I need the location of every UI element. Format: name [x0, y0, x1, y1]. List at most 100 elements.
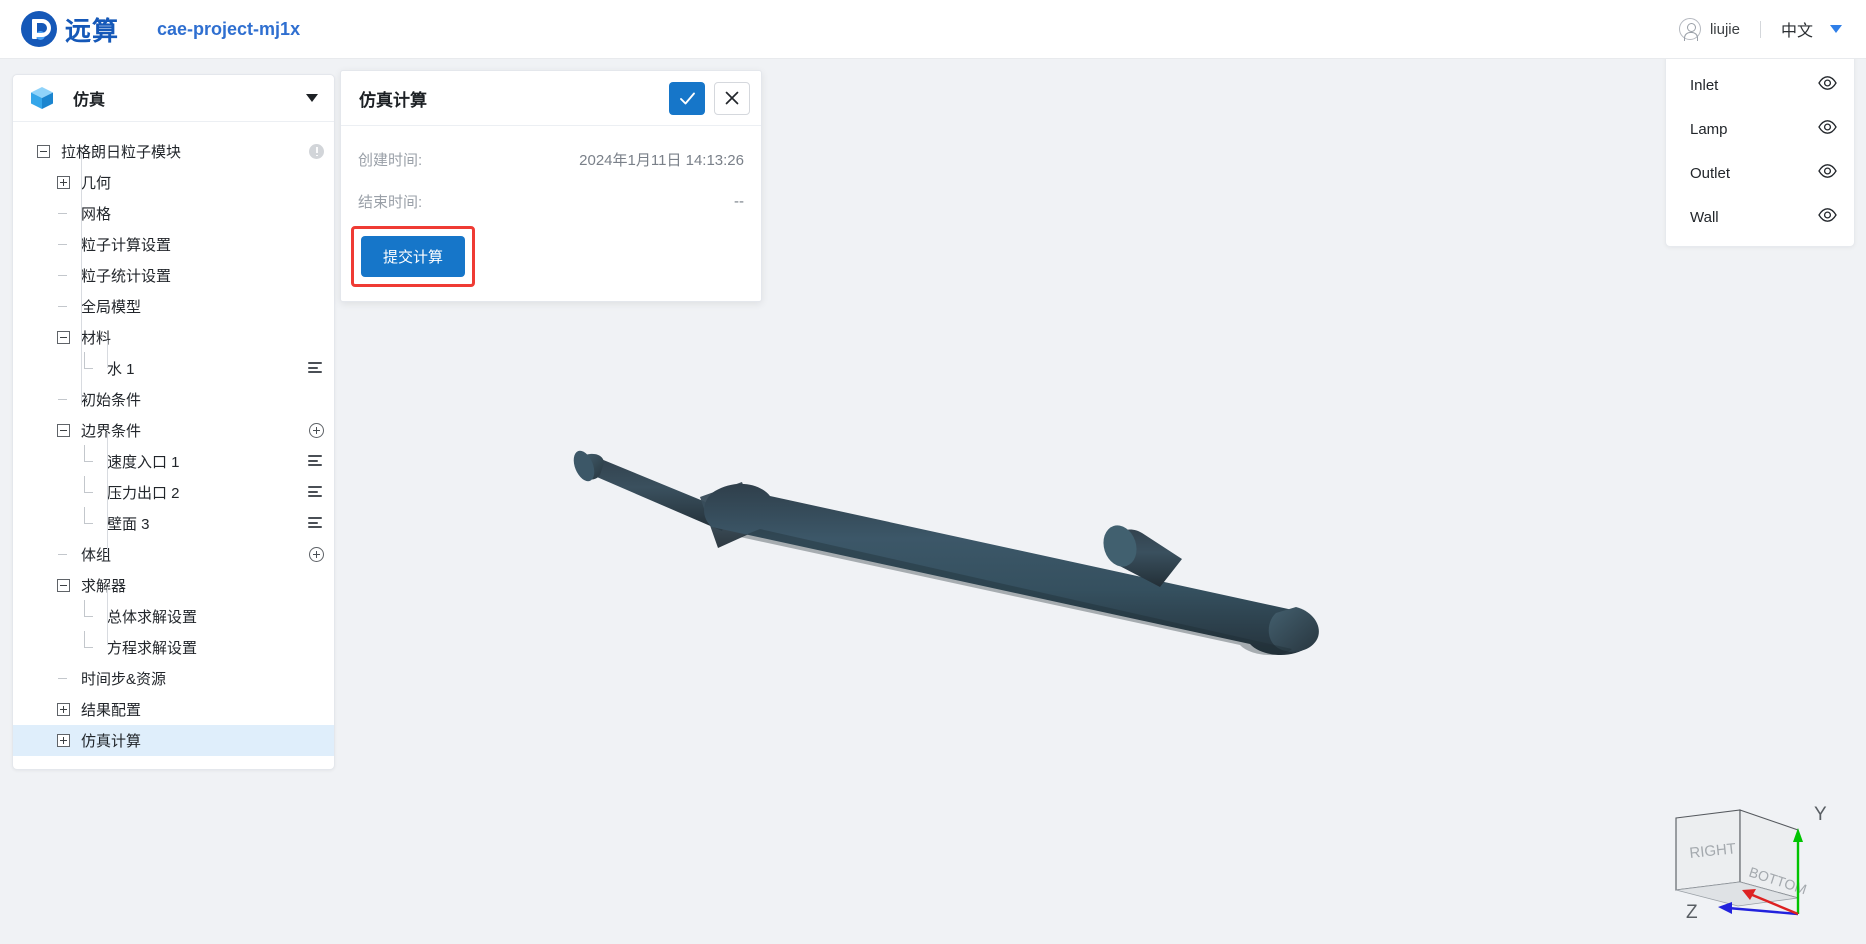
chevron-down-icon[interactable]: [1830, 25, 1842, 33]
tree-item-label: 求解器: [81, 578, 127, 595]
visibility-toggle[interactable]: [1818, 119, 1837, 139]
tree-item[interactable]: 总体求解设置: [13, 600, 334, 632]
tree-item[interactable]: 速度入口 1: [13, 445, 334, 477]
tree-item[interactable]: 方程求解设置: [13, 631, 334, 663]
close-icon: [725, 91, 739, 105]
tree-item[interactable]: 壁面 3: [13, 507, 334, 539]
cube-icon: [31, 87, 53, 109]
dialog-field-value: --: [734, 192, 744, 210]
dialog-title: 仿真计算: [359, 90, 427, 110]
add-icon[interactable]: [309, 547, 324, 562]
tree-item-label: 仿真计算: [81, 733, 142, 750]
collapse-icon[interactable]: [57, 331, 70, 344]
part-row[interactable]: Inlet: [1666, 63, 1854, 107]
check-icon: [679, 92, 695, 104]
expand-icon[interactable]: [57, 703, 70, 716]
sidebar-title: 仿真: [73, 92, 106, 109]
tree-item-label: 粒子统计设置: [81, 268, 172, 285]
tree-item[interactable]: 结果配置: [13, 694, 334, 725]
tree-item[interactable]: 全局模型: [13, 291, 334, 322]
tree-item-action[interactable]: [308, 517, 324, 530]
part-row[interactable]: Lamp: [1666, 107, 1854, 151]
tree-branch-line: [57, 269, 70, 282]
app-header: 远算 cae-project-mj1x liujie 中文: [0, 0, 1866, 59]
tree-branch-line: [57, 672, 70, 685]
tree-item[interactable]: 水 1: [13, 352, 334, 384]
tree-item-label: 结果配置: [81, 702, 142, 719]
tree-item[interactable]: 求解器: [13, 570, 334, 601]
tree-branch-line: [83, 631, 96, 654]
chevron-down-icon[interactable]: [306, 94, 318, 102]
tree-connector-line: [107, 340, 108, 368]
tree-item[interactable]: 几何: [13, 167, 334, 198]
tree-item-label: 初始条件: [81, 392, 142, 409]
dialog-field-label: 结束时间:: [358, 193, 423, 211]
tree-item-label: 总体求解设置: [107, 609, 198, 626]
add-icon[interactable]: [309, 423, 324, 438]
tree-item-label: 时间步&资源: [81, 671, 167, 688]
sidebar-header[interactable]: 仿真: [13, 75, 334, 122]
tree-item-label: 壁面 3: [107, 516, 150, 533]
collapse-icon[interactable]: [37, 145, 50, 158]
tree-item-action[interactable]: [309, 423, 324, 438]
expand-icon[interactable]: [57, 734, 70, 747]
info-icon: [309, 144, 324, 159]
tree-item-action[interactable]: [308, 486, 324, 499]
eye-icon: [1818, 75, 1837, 90]
collapse-icon[interactable]: [57, 579, 70, 592]
tree-item-action[interactable]: [308, 455, 324, 468]
axis-label-z: Z: [1686, 902, 1698, 923]
tree-item-action[interactable]: [309, 547, 324, 562]
orientation-axis-widget[interactable]: RIGHT BOTTOM Y Z: [1658, 790, 1858, 930]
tree-item[interactable]: 体组: [13, 539, 334, 570]
visibility-toggle[interactable]: [1818, 75, 1837, 95]
tree-item[interactable]: 边界条件: [13, 415, 334, 446]
tree-item-label: 压力出口 2: [107, 485, 180, 502]
tree-item[interactable]: 时间步&资源: [13, 663, 334, 694]
tree-branch-line: [83, 600, 96, 623]
dialog-body: 创建时间: 2024年1月11日 14:13:26 结束时间: --: [341, 126, 761, 222]
visibility-toggle[interactable]: [1818, 163, 1837, 183]
tree-item[interactable]: 初始条件: [13, 384, 334, 415]
tree-item[interactable]: 拉格朗日粒子模块: [13, 136, 334, 167]
tree-item-label: 网格: [81, 206, 112, 223]
tree-item[interactable]: 网格: [13, 198, 334, 229]
tree-item-action[interactable]: [308, 362, 324, 375]
dialog-header: 仿真计算: [341, 71, 761, 126]
expand-icon[interactable]: [57, 176, 70, 189]
settings-lines-icon[interactable]: [308, 455, 324, 468]
dialog-field: 结束时间: --: [358, 180, 744, 222]
visibility-toggle[interactable]: [1818, 207, 1837, 227]
confirm-button[interactable]: [669, 81, 705, 115]
tree-item-label: 几何: [81, 175, 112, 192]
part-row[interactable]: Wall: [1666, 195, 1854, 239]
part-row[interactable]: Outlet: [1666, 151, 1854, 195]
tree-branch-line: [57, 393, 70, 406]
tree-branch-line: [83, 476, 96, 499]
user-menu[interactable]: liujie: [1678, 18, 1740, 41]
settings-lines-icon[interactable]: [308, 362, 324, 375]
eye-icon: [1818, 207, 1837, 222]
brand[interactable]: 远算: [21, 11, 119, 48]
tree-item[interactable]: 粒子计算设置: [13, 229, 334, 260]
submit-highlight-box: 提交计算: [351, 226, 476, 287]
settings-lines-icon[interactable]: [308, 486, 324, 499]
user-name: liujie: [1709, 20, 1740, 38]
submit-calculation-button[interactable]: 提交计算: [361, 236, 466, 277]
part-name: Outlet: [1690, 164, 1731, 182]
settings-lines-icon[interactable]: [308, 517, 324, 530]
dialog-field-value: 2024年1月11日 14:13:26: [579, 151, 744, 169]
tree-item[interactable]: 压力出口 2: [13, 476, 334, 508]
tree-branch-line: [57, 238, 70, 251]
cancel-button[interactable]: [714, 81, 750, 115]
simulation-tree: 拉格朗日粒子模块几何网格粒子计算设置粒子统计设置 全局模型材料水 1 初始条件边界条…: [13, 122, 334, 756]
project-name[interactable]: cae-project-mj1x: [157, 19, 300, 40]
simulation-run-dialog: 仿真计算 创建时间: 2024年1月11日 14:13:26 结束时间: -- 提交计…: [340, 70, 762, 302]
collapse-icon[interactable]: [57, 424, 70, 437]
tree-item[interactable]: 仿真计算: [13, 725, 334, 756]
tree-item[interactable]: 材料: [13, 322, 334, 353]
language-label[interactable]: 中文: [1781, 17, 1813, 41]
tree-branch-line: [83, 445, 96, 468]
tree-item[interactable]: 粒子统计设置: [13, 260, 334, 291]
tree-item-label: 全局模型: [81, 299, 142, 316]
